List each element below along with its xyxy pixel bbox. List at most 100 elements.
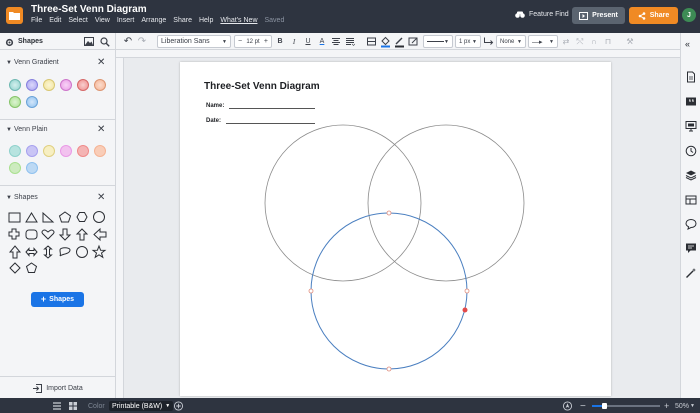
menu-arrange[interactable]: Arrange (141, 17, 166, 24)
venn-plain-purple[interactable] (26, 145, 38, 157)
grid-view-icon[interactable] (68, 401, 78, 411)
search-icon[interactable] (100, 37, 110, 47)
magic-wand-icon[interactable] (685, 267, 697, 279)
venn-plain-red[interactable] (77, 145, 89, 157)
fill-color-icon[interactable] (380, 35, 391, 48)
menu-edit[interactable]: Edit (49, 17, 61, 24)
font-color-button[interactable]: A (317, 35, 327, 48)
selection-handle-bottom[interactable] (386, 366, 392, 372)
menu-select[interactable]: Select (68, 17, 87, 24)
venn-circle-bottom-selected[interactable] (310, 212, 468, 370)
italic-button[interactable]: I (289, 35, 299, 48)
document-page[interactable]: Three-Set Venn Diagram Name: Date: (180, 62, 611, 396)
venn-gradient-pink[interactable] (60, 79, 72, 91)
line-width-select[interactable]: 1 px ▼ (455, 35, 481, 48)
layers-icon[interactable] (685, 169, 697, 181)
present-button[interactable]: Present (572, 7, 625, 24)
history-clock-icon[interactable] (685, 145, 697, 157)
venn-gradient-red[interactable] (77, 79, 89, 91)
undo-icon[interactable]: ↶ (123, 35, 133, 48)
venn-plain-pink[interactable] (60, 145, 72, 157)
zoom-slider[interactable] (592, 401, 660, 411)
zoom-level[interactable]: 50% (675, 401, 689, 411)
page-properties-icon[interactable] (685, 71, 697, 83)
align-center-icon[interactable] (331, 35, 341, 48)
text-options-icon[interactable] (345, 35, 355, 48)
font-family-select[interactable]: Liberation Sans ▼ (157, 35, 231, 48)
menu-help[interactable]: Help (199, 17, 213, 24)
image-icon[interactable] (84, 37, 94, 46)
selection-handle-left[interactable] (308, 288, 314, 294)
venn-gradient-teal[interactable] (9, 79, 21, 91)
swap-arrows-icon[interactable]: ⇄ (561, 35, 571, 48)
line-color-icon[interactable] (394, 35, 405, 48)
increase-font-icon[interactable]: + (264, 38, 268, 45)
feedback-icon[interactable] (685, 242, 697, 254)
import-data-button[interactable]: Import Data (0, 376, 116, 399)
venn-plain-teal[interactable] (9, 145, 21, 157)
print-mode-select[interactable]: Printable (B&W) ▼ (109, 401, 174, 411)
color-mode-toggle[interactable]: Color (88, 401, 105, 411)
zoom-in-button[interactable]: + (664, 401, 669, 411)
menu-file[interactable]: File (31, 17, 42, 24)
underline-button[interactable]: U (303, 35, 313, 48)
comments-quote-icon[interactable] (685, 96, 697, 108)
whats-new-link[interactable]: What's New (220, 17, 257, 24)
connector-style-icon[interactable] (483, 35, 494, 48)
line-style-select[interactable]: ▼ (423, 35, 453, 48)
venn-plain-yellow[interactable] (43, 145, 55, 157)
user-avatar[interactable]: J (682, 8, 696, 22)
collapse-caret-icon[interactable]: ▼ (6, 60, 12, 66)
venn-gradient-purple[interactable] (26, 79, 38, 91)
venn-circle-left[interactable] (264, 124, 422, 282)
feature-find-button[interactable]: Feature Find (515, 11, 569, 18)
collapse-caret-icon[interactable]: ▼ (6, 195, 12, 201)
collapse-panel-icon[interactable]: « (685, 39, 697, 51)
venn-plain-green[interactable] (9, 162, 21, 174)
document-title[interactable]: Three-Set Venn Diagram (31, 4, 147, 15)
arrow-end-select[interactable]: —▸ ▼ (528, 35, 558, 48)
close-section-icon[interactable]: ✕ (97, 57, 105, 68)
app-logo[interactable] (6, 7, 23, 24)
magnet-icon[interactable]: ∩ (589, 35, 599, 48)
navigate-icon[interactable] (562, 401, 573, 411)
zoom-out-button[interactable]: − (580, 401, 586, 412)
connection-point-active[interactable] (462, 307, 468, 313)
shape-options-icon[interactable] (366, 35, 377, 48)
menu-insert[interactable]: Insert (117, 17, 135, 24)
venn-gradient-green[interactable] (9, 96, 21, 108)
venn-plain-blue[interactable] (26, 162, 38, 174)
bold-button[interactable]: B (275, 35, 285, 48)
close-section-icon[interactable]: ✕ (97, 124, 105, 135)
zoom-slider-thumb[interactable] (602, 403, 607, 409)
data-linking-icon[interactable] (685, 194, 697, 206)
chevron-down-icon[interactable]: ▼ (690, 401, 695, 411)
chat-bubble-icon[interactable] (685, 218, 697, 230)
rounded-rectangle-shape (25, 229, 38, 240)
add-page-icon[interactable] (173, 401, 184, 411)
presentation-icon[interactable] (685, 120, 697, 132)
redo-icon[interactable]: ↷ (137, 35, 147, 48)
lock-icon[interactable]: ⊓ (603, 35, 613, 48)
share-button[interactable]: Share (629, 7, 678, 24)
arrow-start-select[interactable]: None ▼ (496, 35, 526, 48)
selection-handle-top[interactable] (386, 210, 392, 216)
venn-gradient-blue[interactable] (26, 96, 38, 108)
menu-share[interactable]: Share (173, 17, 192, 24)
style-picker-icon[interactable] (408, 35, 419, 48)
venn-circle-right[interactable] (367, 124, 525, 282)
menu-view[interactable]: View (95, 17, 110, 24)
list-view-icon[interactable] (52, 401, 62, 411)
shadow-icon[interactable]: ⤲ (575, 35, 585, 48)
add-shapes-button[interactable]: + Shapes (31, 292, 84, 307)
venn-gradient-yellow[interactable] (43, 79, 55, 91)
decrease-font-icon[interactable]: − (238, 38, 242, 45)
close-section-icon[interactable]: ✕ (97, 192, 105, 203)
wrench-icon[interactable]: ⚒ (625, 35, 635, 48)
venn-gradient-orange[interactable] (94, 79, 106, 91)
font-size-stepper[interactable]: − 12 pt + (234, 35, 272, 48)
shapes-gear-icon[interactable] (5, 38, 14, 47)
selection-handle-right[interactable] (464, 288, 470, 294)
collapse-caret-icon[interactable]: ▼ (6, 127, 12, 133)
venn-plain-orange[interactable] (94, 145, 106, 157)
